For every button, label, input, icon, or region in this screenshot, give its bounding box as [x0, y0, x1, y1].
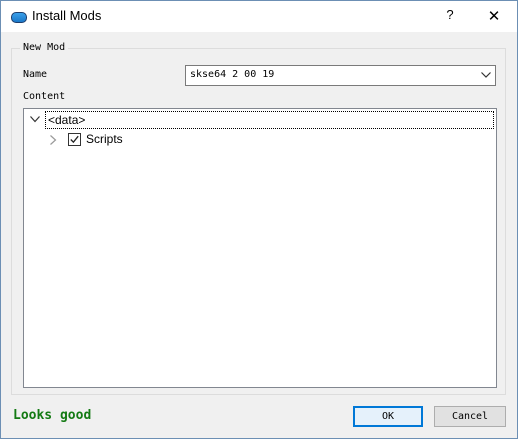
expand-right-icon[interactable]: [50, 135, 57, 145]
tree-item-scripts[interactable]: Scripts: [24, 130, 496, 148]
expand-down-icon[interactable]: [30, 116, 40, 123]
tree-item-root-label[interactable]: <data>: [45, 111, 494, 129]
tree-item-scripts-label[interactable]: Scripts: [86, 131, 123, 147]
name-combobox[interactable]: skse64 2 00 19: [185, 65, 496, 86]
chevron-down-icon[interactable]: [481, 72, 491, 78]
title-bar[interactable]: Install Mods ? ✕: [1, 1, 517, 32]
ok-button[interactable]: OK: [353, 406, 423, 427]
close-button[interactable]: ✕: [487, 8, 501, 24]
name-value[interactable]: skse64 2 00 19: [190, 69, 274, 80]
window-title: Install Mods: [32, 8, 102, 23]
checkmark-icon: [70, 135, 79, 144]
scripts-checkbox[interactable]: [68, 133, 81, 146]
content-tree[interactable]: <data> Scripts: [23, 108, 497, 388]
tree-item-root[interactable]: <data>: [24, 111, 496, 129]
status-text: Looks good: [13, 408, 92, 423]
app-icon: [11, 12, 27, 23]
help-button[interactable]: ?: [443, 7, 457, 25]
cancel-button[interactable]: Cancel: [434, 406, 506, 427]
content-label: Content: [23, 91, 66, 102]
name-label: Name: [23, 69, 48, 80]
group-title: New Mod: [20, 42, 69, 53]
install-mods-dialog: Install Mods ? ✕ New Mod Name skse64 2 0…: [0, 0, 518, 439]
